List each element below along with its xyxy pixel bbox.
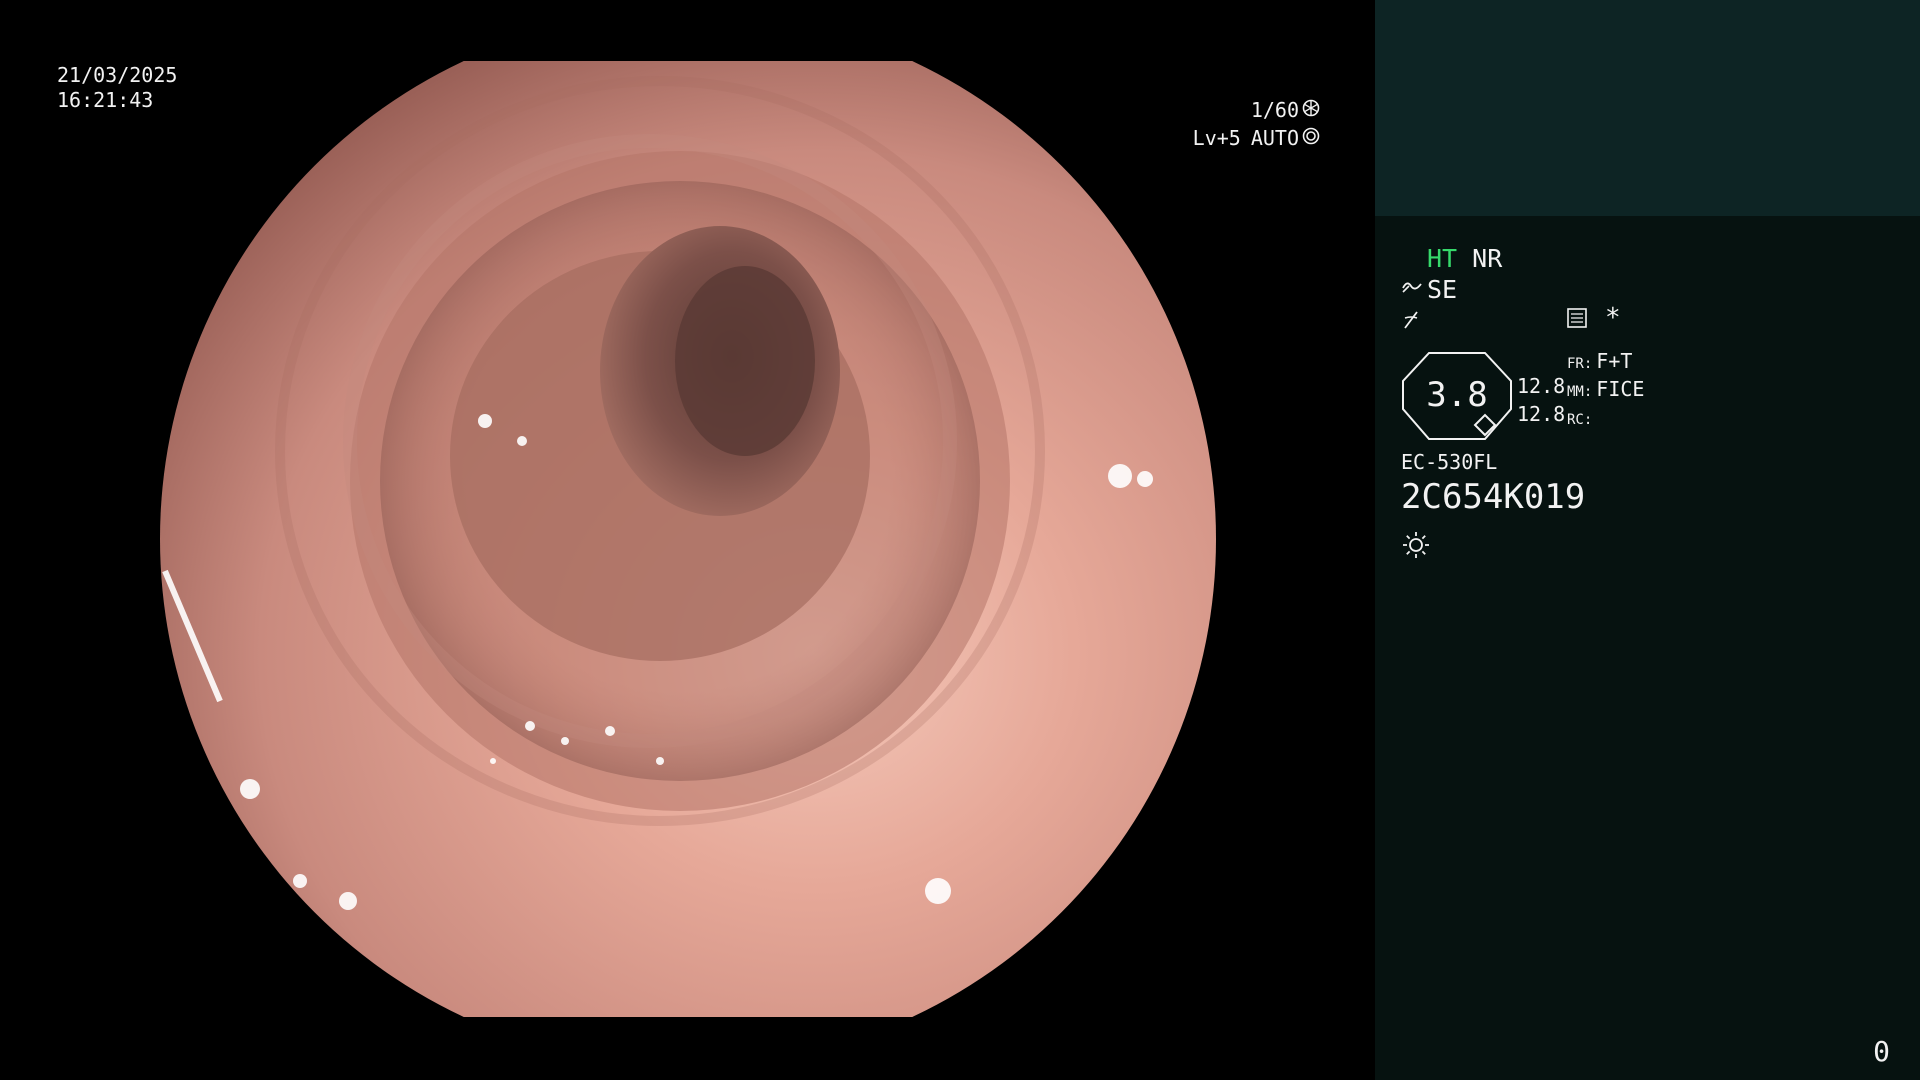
mode-ht: HT <box>1427 244 1458 273</box>
contrast-icon <box>1401 309 1427 340</box>
endoscope-image <box>160 61 1216 1017</box>
exposure-readout: 1/60 Lv+5 AUTO <box>1150 96 1320 152</box>
mm-value: FICE <box>1596 377 1645 401</box>
info-panel: HT NR SE * 3.8 12.8 12.8 FR: F+T MM: FIC… <box>1375 0 1920 1080</box>
mm-label: MM: <box>1567 384 1593 400</box>
mode-nr: NR <box>1472 244 1503 273</box>
value-a: 12.8 <box>1517 374 1566 398</box>
shutter-text: 1/60 <box>1250 97 1299 122</box>
auto-iris-icon <box>1302 126 1320 151</box>
value-b: 12.8 <box>1517 402 1566 426</box>
processing-modes: HT NR SE <box>1401 243 1502 340</box>
endoscopy-screen: 21/03/2025 16:21:43 1/60 Lv+5 AUTO HT NR <box>0 0 1920 1080</box>
mode-se: SE <box>1427 275 1458 304</box>
light-icon <box>1401 530 1431 564</box>
setting-labels: FR: F+T MM: FICE RC: <box>1567 349 1644 433</box>
memo-icon <box>1566 307 1588 333</box>
scope-model: EC-530FL <box>1401 450 1498 474</box>
structure-enhance-icon <box>1401 276 1427 307</box>
fr-label: FR: <box>1567 356 1593 372</box>
image-counter: 0 <box>1873 1035 1890 1068</box>
time-text: 16:21:43 <box>57 88 154 112</box>
date-time-readout: 21/03/2025 16:21:43 <box>57 63 177 113</box>
panel-header-area <box>1375 0 1920 216</box>
zoom-value: 3.8 <box>1426 375 1488 415</box>
fr-value: F+T <box>1596 349 1633 373</box>
rc-label: RC: <box>1567 412 1593 428</box>
exposure-mode-text: AUTO <box>1250 125 1299 150</box>
date-text: 21/03/2025 <box>57 63 178 87</box>
star-marker: * <box>1605 303 1621 333</box>
level-text: Lv+5 <box>1192 125 1241 150</box>
serial-number: 2C654K019 <box>1401 477 1586 517</box>
endoscope-view <box>160 61 1216 1017</box>
zoom-badge: 3.8 <box>1401 351 1513 441</box>
magnification-values: 12.8 12.8 <box>1517 372 1565 428</box>
aperture-icon <box>1302 98 1320 123</box>
